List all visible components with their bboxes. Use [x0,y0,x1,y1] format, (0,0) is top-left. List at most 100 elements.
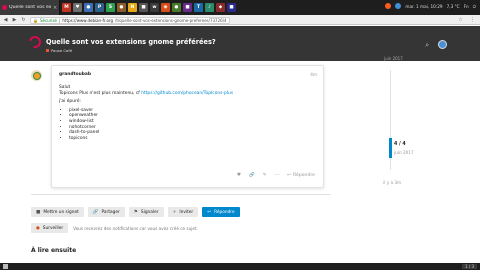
bookmark-icon: ■ [36,209,41,215]
more-icon[interactable]: ⋯ [275,173,280,178]
post-body: Salut Topicons Plus n'est plus maintenu,… [59,85,314,141]
link-icon: 🔗 [92,209,99,215]
pinned-app-icon[interactable]: ■ [183,3,192,12]
lock-icon: 🔒 [33,17,38,23]
clock[interactable]: mar. 1 mai, 10:29 [405,4,442,9]
bookmark-button[interactable]: ■ Mettre un signet [31,207,84,217]
post-actions: ♥ 🔗 ✎ ⋯ ↩ Répondre [237,173,315,178]
footer-button-label: Signaler [140,209,159,215]
pinned-app-icon[interactable]: ♪ [205,3,214,12]
tab-close-icon[interactable]: × [53,5,57,11]
site-header: Quelle sont vos extensions gnome préféré… [0,26,480,61]
reply-icon: ↩ [287,173,292,178]
post-intro: j'ai épuré: [59,99,81,105]
top-bar: Quelle sont vos extensions × M♥●PS●N■w◉●… [0,0,480,15]
workspace-indicator[interactable]: 1 / 3 [462,264,477,269]
post-date[interactable]: 4m [310,72,317,77]
extension-list: pixel-saveropenweatherwindow-listnohotco… [59,108,314,142]
keyboard-layout[interactable]: Fn [464,4,469,9]
pinned-app-icon[interactable]: N [128,3,137,12]
notification-reason: Vous recevrez des notifications car vous… [73,225,198,231]
edit-icon[interactable]: ✎ [263,173,267,178]
pinned-app-icon[interactable]: T [194,3,203,12]
timeline-date: juin 2017 [394,150,414,155]
pinned-app-icon[interactable]: M [62,3,71,12]
post: grandtoubab 4m Salut Topicons Plus n'est… [51,65,324,188]
thunderbird-icon[interactable] [395,3,402,9]
timeline-ago[interactable]: il y a 3m [383,180,401,185]
pinned-app-icon[interactable]: ■ [227,3,236,12]
pinned-app-icon[interactable]: ● [172,3,181,12]
pinned-app-icon[interactable]: ◆ [216,3,225,12]
post-line: Topicons Plus n'est plus maintenu, cf ht… [59,91,314,97]
post-link[interactable]: https://github.com/phocean/TopIcons-plus [141,91,233,96]
footer-button-label: Répondre [214,209,235,215]
category-color-swatch [46,49,49,52]
firefox-icon[interactable] [385,3,392,9]
browser-menu-icon[interactable]: ⋮ [469,17,476,24]
weather-temperature[interactable]: 7,3 °C [447,4,460,9]
system-status: mar. 1 mai, 10:29 7,3 °C Fn ⏻ [385,3,476,9]
pinned-apps: M ♥ ● P S ● N ■ w ◉ ● ■ T ♪ ◆ ■ [62,3,236,12]
timeline-handle[interactable] [389,138,392,158]
address-toolbar: ◀ ▶ ↻ 🔒 Sécurisé | https://www.debian-fr… [0,15,480,25]
reload-icon[interactable]: ↻ [20,16,27,23]
timeline-top-date: juin 2017 [384,56,403,61]
reply-button[interactable]: ↩ Répondre [202,207,240,217]
pinned-app-icon[interactable]: ◉ [161,3,170,12]
topic-footer-buttons: ■ Mettre un signet 🔗 Partager ⚑ Signaler + Invi… [31,207,240,217]
notification-controls: ● Surveiller Vous recevrez des notificat… [31,223,198,233]
pinned-app-icon[interactable]: ■ [139,3,148,12]
url-input[interactable]: 🔒 Sécurisé | https://www.debian-fr.org/t… [30,16,230,24]
flag-icon: ⚑ [133,209,138,215]
pinned-app-icon[interactable]: ● [117,3,126,12]
suggested-topics-heading: À lire ensuite [31,247,77,254]
avatar-image [33,72,40,79]
reply-icon: ↩ [207,209,212,215]
footer-button-label: Mettre un signet [43,209,79,215]
forward-button[interactable]: ▶ [11,16,18,23]
power-icon[interactable]: ⏻ [473,4,476,9]
post-avatar[interactable] [31,70,42,81]
timeline-position: 4 / 4 [394,142,406,147]
pinned-app-icon[interactable]: ● [84,3,93,12]
notification-label: Surveiller [42,225,64,231]
secure-label: Sécurisé [39,17,58,23]
post-reply-label: Répondre [293,173,315,178]
tab-title: Quelle sont vos extensions [9,5,51,10]
bookmark-star-icon[interactable]: ☆ [457,17,464,24]
pinned-app-icon[interactable]: ♥ [73,3,82,12]
url-path: /t/quelle-sont-vos-extensions-gnome-pref… [115,17,227,23]
extension-item: topicons [69,136,314,142]
topic-title[interactable]: Quelle sont vos extensions gnome préféré… [46,38,216,46]
divider [31,194,331,195]
bottom-bar: 1 / 3 [0,263,480,270]
browser-tab[interactable]: Quelle sont vos extensions × [0,0,60,15]
link-icon[interactable]: 🔗 [249,173,255,178]
debian-favicon-icon [2,5,7,10]
footer-button-label: Partager [101,209,120,215]
search-icon[interactable]: ⌕ [425,41,429,50]
footer-button-label: Inviter [179,209,194,215]
show-desktop-icon[interactable] [3,264,8,269]
watching-icon: ● [36,225,40,231]
pinned-app-icon[interactable]: S [106,3,115,12]
post-reply-button[interactable]: ↩ Répondre [287,173,315,178]
notification-button[interactable]: ● Surveiller [31,223,69,233]
plus-icon: + [172,209,177,215]
share-button[interactable]: 🔗 Partager [87,207,125,217]
invite-button[interactable]: + Inviter [167,207,199,217]
back-button[interactable]: ◀ [2,16,9,23]
pinned-app-icon[interactable]: P [95,3,104,12]
category-badge[interactable]: Pause Café [46,48,72,53]
debian-logo-icon[interactable] [26,33,44,51]
category-name: Pause Café [51,48,73,53]
url-host: https://www.debian-fr.org [62,17,114,23]
topic-content: juin 2017 grandtoubab 4m Salut Topicons … [0,56,480,263]
post-text: Topicons Plus n'est plus maintenu, cf [59,90,142,96]
like-icon[interactable]: ♥ [237,173,241,178]
post-username[interactable]: grandtoubab [59,72,91,77]
user-avatar[interactable] [438,40,447,49]
pinned-app-icon[interactable]: w [150,3,159,12]
flag-button[interactable]: ⚑ Signaler [128,207,164,217]
